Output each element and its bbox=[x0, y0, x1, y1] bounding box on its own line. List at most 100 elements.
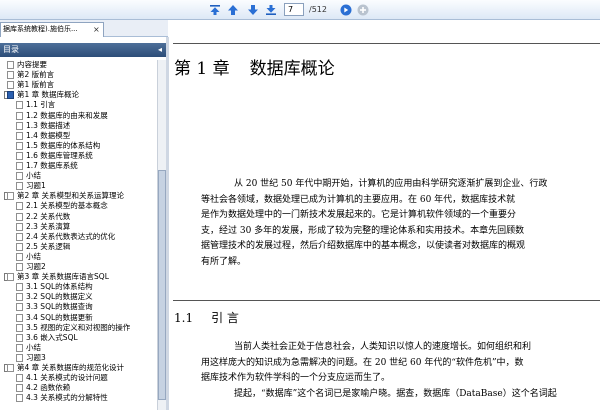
toc-item[interactable]: -第3 章 关系数据库语言SQL bbox=[4, 272, 156, 282]
toc-item-label: 4.3 关系模式的分解特性 bbox=[26, 393, 108, 403]
text-line: 当前人类社会正处于信息社会，人类知识以惊人的速度增长。如何组织和利 bbox=[234, 342, 532, 352]
toc-item[interactable]: -第4 章 关系数据库的规范化设计 bbox=[4, 363, 156, 373]
bookmark-icon bbox=[7, 273, 14, 282]
bookmark-icon bbox=[7, 364, 14, 372]
chapter-intro-paragraph: 从 20 世纪 50 年代中期开始，计算机的应用由科学研究逐渐扩展到企业、行政等… bbox=[201, 177, 597, 270]
bookmark-icon bbox=[16, 374, 23, 383]
toc-item-label: 1.6 数据库管理系统 bbox=[26, 150, 93, 160]
page-number-input[interactable]: 7 bbox=[284, 3, 304, 16]
bookmark-icon bbox=[16, 121, 23, 130]
bookmark-icon bbox=[16, 323, 23, 332]
toc-item[interactable]: 1.3 数据描述 bbox=[4, 121, 156, 131]
toc-item[interactable]: 3.6 嵌入式SQL bbox=[4, 333, 156, 343]
bookmark-icon bbox=[16, 283, 23, 292]
bookmark-icon bbox=[16, 141, 23, 150]
bookmark-icon bbox=[7, 192, 14, 201]
text-line: 据库技术作为软件学科的一个分支应运而生了。 bbox=[201, 373, 391, 383]
collapse-panel-icon[interactable]: ◂ bbox=[158, 43, 162, 57]
toc-item-label: 小结 bbox=[26, 251, 41, 261]
toc-item-label: 习题3 bbox=[26, 352, 46, 362]
document-tab[interactable]: 据库系统教程).施伯乐... × bbox=[0, 22, 104, 37]
toc-tree: 内容提要第2 版前言第1 版前言-第1 章 数据库概论1.1 引言1.2 数据库… bbox=[0, 60, 157, 410]
toc-item-label: 2.2 关系代数 bbox=[26, 211, 71, 221]
toc-item[interactable]: 3.1 SQL的体系结构 bbox=[4, 282, 156, 292]
toc-item-label: 2.4 关系代数表达式的优化 bbox=[26, 231, 116, 241]
toc-item-label: 第1 版前言 bbox=[17, 80, 55, 90]
toc-item[interactable]: -第1 章 数据库概论 bbox=[4, 90, 156, 100]
toc-item-label: 2.1 关系模型的基本概念 bbox=[26, 201, 108, 211]
toc-item[interactable]: 第2 版前言 bbox=[4, 70, 156, 80]
toc-item[interactable]: 4.3 关系模式的分解特性 bbox=[4, 393, 156, 403]
document-page: 第 1 章数据库概论 从 20 世纪 50 年代中期开始，计算机的应用由科学研究… bbox=[169, 37, 600, 410]
go-to-page-button[interactable] bbox=[339, 3, 353, 17]
close-tab-icon[interactable]: × bbox=[93, 23, 100, 36]
bookmark-icon bbox=[7, 61, 14, 69]
bookmark-icon bbox=[16, 293, 23, 302]
section-body-paragraph: 当前人类社会正处于信息社会，人类知识以惊人的速度增长。如何组织和利 用这样庞大的知… bbox=[201, 340, 597, 402]
bookmark-icon bbox=[16, 101, 23, 110]
toc-item-label: 1.4 数据模型 bbox=[26, 130, 71, 140]
toc-item[interactable]: 1.6 数据库管理系统 bbox=[4, 151, 156, 161]
toc-item[interactable]: 1.1 引言 bbox=[4, 100, 156, 110]
section-title: 1.1 引 言 bbox=[174, 309, 239, 326]
bookmark-icon bbox=[16, 313, 23, 322]
toc-item[interactable]: 2.1 关系模型的基本概念 bbox=[4, 201, 156, 211]
toc-item[interactable]: 3.2 SQL的数据定义 bbox=[4, 292, 156, 302]
toc-item-label: 1.5 数据库的体系结构 bbox=[26, 140, 101, 150]
toc-scrollbar-thumb[interactable] bbox=[158, 170, 166, 400]
toc-item[interactable]: 习题1 bbox=[4, 181, 156, 191]
toc-item-label: 第3 章 关系数据库语言SQL bbox=[17, 272, 109, 282]
toc-item[interactable]: 3.3 SQL的数据查询 bbox=[4, 302, 156, 312]
toc-item[interactable]: 习题2 bbox=[4, 262, 156, 272]
toc-item-label: 3.6 嵌入式SQL bbox=[26, 332, 78, 342]
toc-item[interactable]: 4.2 函数依赖 bbox=[4, 383, 156, 393]
toc-panel-header: 目录 ◂ bbox=[0, 43, 166, 57]
toc-item[interactable]: 4.1 关系模式的设计问题 bbox=[4, 373, 156, 383]
toc-item[interactable]: 小结 bbox=[4, 171, 156, 181]
section-name: 引 言 bbox=[211, 311, 239, 325]
chapter-number: 第 1 章 bbox=[174, 59, 230, 79]
toc-item[interactable]: 3.4 SQL的数据更新 bbox=[4, 313, 156, 323]
plus-circle-icon bbox=[357, 4, 369, 16]
toc-item[interactable]: 2.3 关系演算 bbox=[4, 222, 156, 232]
add-button[interactable] bbox=[356, 3, 370, 17]
toc-item[interactable]: 小结 bbox=[4, 252, 156, 262]
toc-item-label: 第4 章 关系数据库的规范化设计 bbox=[17, 363, 125, 372]
last-page-button[interactable] bbox=[264, 3, 278, 17]
toc-item[interactable]: 内容提要 bbox=[4, 60, 156, 70]
toc-item[interactable]: 1.4 数据模型 bbox=[4, 131, 156, 141]
toc-item[interactable]: 1.2 数据库的由来和发展 bbox=[4, 111, 156, 121]
toc-item-label: 3.4 SQL的数据更新 bbox=[26, 312, 93, 322]
toc-item-label: 第2 章 关系模型和关系运算理论 bbox=[17, 191, 125, 201]
toc-item[interactable]: 小结 bbox=[4, 343, 156, 353]
toc-item[interactable]: 习题3 bbox=[4, 353, 156, 363]
toc-item[interactable]: -第2 章 关系模型和关系运算理论 bbox=[4, 191, 156, 201]
toc-item-label: 1.7 数据库系统 bbox=[26, 161, 78, 170]
bookmark-icon bbox=[16, 151, 23, 160]
toc-item-label: 内容提要 bbox=[17, 60, 47, 69]
bookmark-icon bbox=[7, 81, 14, 90]
toc-item[interactable]: 2.2 关系代数 bbox=[4, 212, 156, 222]
bookmark-icon bbox=[16, 333, 23, 342]
chapter-name: 数据库概论 bbox=[249, 59, 335, 79]
toc-item-label: 1.2 数据库的由来和发展 bbox=[26, 110, 108, 120]
document-tab-strip: 据库系统教程).施伯乐... × bbox=[0, 20, 168, 37]
previous-page-button[interactable] bbox=[226, 3, 240, 17]
toc-item[interactable]: 第1 版前言 bbox=[4, 80, 156, 90]
bookmark-icon bbox=[16, 162, 23, 170]
toc-item-label: 3.3 SQL的数据查询 bbox=[26, 302, 93, 312]
toolbar: 7 /512 bbox=[0, 0, 600, 20]
bookmark-icon bbox=[16, 394, 23, 403]
toc-item[interactable]: 2.4 关系代数表达式的优化 bbox=[4, 232, 156, 242]
toc-item[interactable]: 1.7 数据库系统 bbox=[4, 161, 156, 171]
bookmark-icon bbox=[16, 232, 23, 241]
toc-scrollbar[interactable] bbox=[157, 60, 166, 410]
first-page-button[interactable] bbox=[208, 3, 222, 17]
bookmark-icon bbox=[16, 131, 23, 140]
toc-item-label: 习题1 bbox=[26, 181, 46, 191]
text-line: 支，经过 30 多年的发展，形成了较为完整的理论体系和实用技术。本章先回顾数 bbox=[201, 225, 525, 236]
next-page-button[interactable] bbox=[246, 3, 260, 17]
toc-item[interactable]: 1.5 数据库的体系结构 bbox=[4, 141, 156, 151]
toc-item[interactable]: 2.5 关系逻辑 bbox=[4, 242, 156, 252]
toc-item[interactable]: 3.5 视图的定义和对视图的操作 bbox=[4, 323, 156, 333]
